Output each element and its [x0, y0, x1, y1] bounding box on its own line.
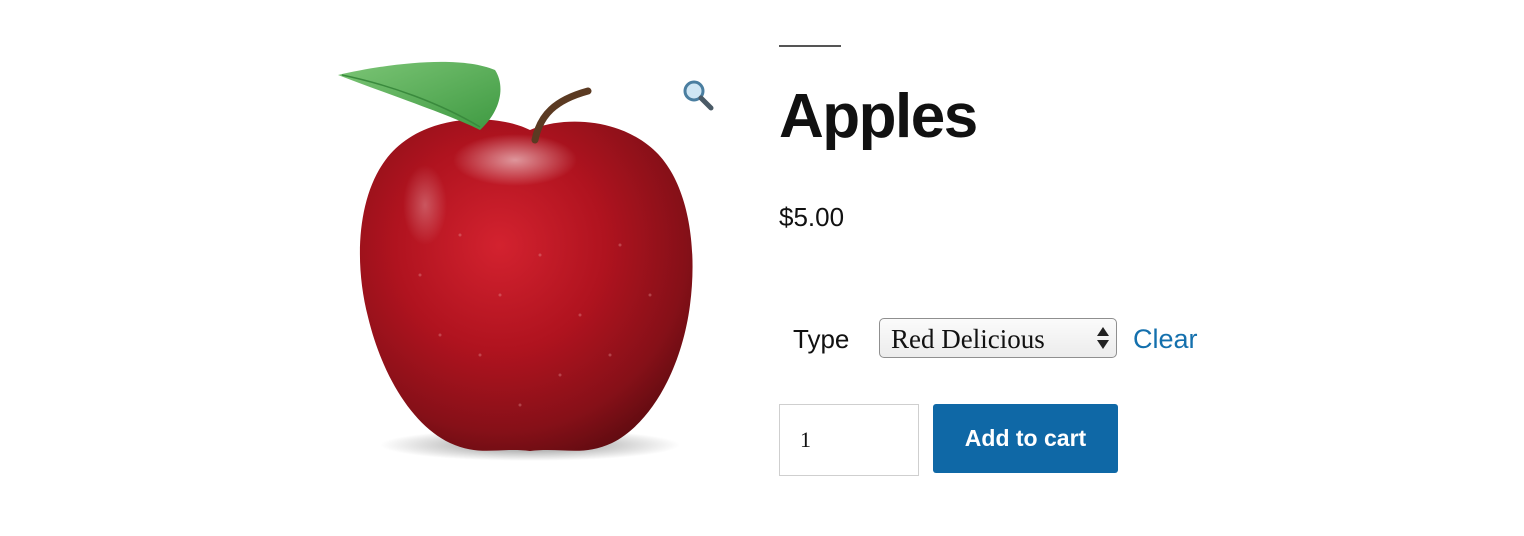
- type-select[interactable]: Red Delicious: [879, 318, 1117, 358]
- product-page: Apples $5.00 Type Red Delicious Clear Ad…: [0, 0, 1524, 536]
- product-gallery: [330, 55, 730, 475]
- product-price: $5.00: [779, 202, 845, 232]
- product-title: Apples: [779, 82, 978, 151]
- product-summary: Apples $5.00 Type Red Delicious Clear Ad…: [779, 0, 1379, 536]
- select-arrows-icon: [1097, 327, 1109, 349]
- clear-link[interactable]: Clear: [1133, 322, 1198, 356]
- type-select-value: Red Delicious: [891, 324, 1045, 354]
- quantity-input[interactable]: [779, 404, 919, 476]
- title-divider: [779, 45, 841, 47]
- product-image: [338, 61, 693, 461]
- magnifying-glass-icon[interactable]: [680, 77, 716, 113]
- variation-label: Type: [793, 324, 850, 354]
- add-to-cart-button[interactable]: Add to cart: [933, 404, 1118, 473]
